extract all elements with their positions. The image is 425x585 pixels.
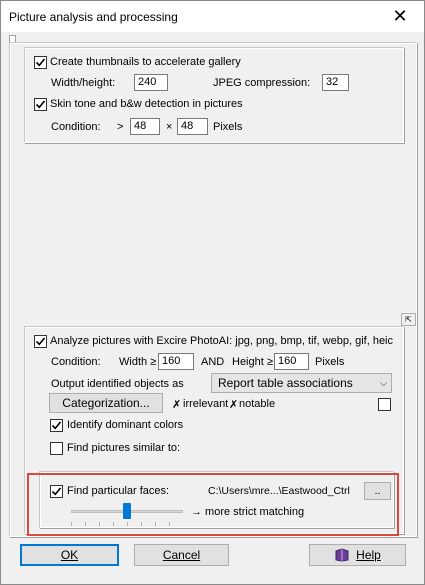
skin-tone-checkbox[interactable] <box>34 98 47 111</box>
output-format-select[interactable]: Report table associations ⌵ <box>211 373 392 393</box>
photoai-condition-label: Condition: <box>51 356 101 368</box>
thumbnails-label: Create thumbnails to accelerate gallery <box>50 56 241 68</box>
checkmark-icon <box>51 421 62 430</box>
irrelevant-x-icon: ✗ <box>172 398 182 411</box>
skin-condition-label: Condition: <box>51 121 101 133</box>
output-format-value: Report table associations <box>218 376 353 390</box>
picture-analysis-dialog: Picture analysis and processing ✕ Create… <box>0 0 425 585</box>
ok-button[interactable]: OK <box>20 544 119 566</box>
similar-pictures-checkbox[interactable] <box>50 442 63 455</box>
highlight-annotation <box>27 473 399 536</box>
skin-pixels-label: Pixels <box>213 121 243 133</box>
photoai-width-field[interactable]: 160 <box>158 353 194 370</box>
checkmark-icon <box>35 58 46 67</box>
similar-pictures-label: Find pictures similar to: <box>67 442 181 454</box>
output-objects-label: Output identified objects as <box>51 378 184 390</box>
photoai-height-label: Height ≥ <box>232 356 273 368</box>
times-sign: × <box>166 121 173 133</box>
width-height-field[interactable]: 240 <box>134 74 168 91</box>
and-label: AND <box>201 356 225 368</box>
close-icon: ✕ <box>392 5 408 27</box>
window-title: Picture analysis and processing <box>9 10 178 24</box>
chevron-down-icon: ⌵ <box>380 378 387 388</box>
photoai-height-field[interactable]: 160 <box>274 353 309 370</box>
greater-than-sign: > <box>117 121 124 133</box>
photoai-checkbox[interactable] <box>34 335 47 348</box>
notable-x-icon: ✗ <box>229 398 239 411</box>
help-button[interactable]: Help <box>309 544 406 566</box>
jpeg-compression-field[interactable]: 32 <box>322 74 349 91</box>
skin-min-height-field[interactable]: 48 <box>177 118 208 135</box>
jpeg-compression-label: JPEG compression: <box>213 77 311 89</box>
categorization-button[interactable]: Categorization... <box>49 393 163 413</box>
notable-label: notable <box>239 398 276 410</box>
skin-min-width-field[interactable]: 48 <box>130 118 160 135</box>
photoai-pixels-label: Pixels <box>315 356 345 368</box>
photoai-width-label: Width ≥ <box>119 356 157 368</box>
cancel-button[interactable]: Cancel <box>134 544 229 566</box>
skin-tone-label: Skin tone and b&w detection in pictures <box>50 98 243 110</box>
extra-option-checkbox[interactable] <box>378 398 391 411</box>
thumbnails-checkbox[interactable] <box>34 56 47 69</box>
dominant-colors-checkbox[interactable] <box>50 419 63 432</box>
width-height-label: Width/height: <box>51 77 116 89</box>
checkmark-icon <box>35 337 46 346</box>
help-book-icon <box>335 548 349 562</box>
photoai-label: Analyze pictures with Excire PhotoAI: jp… <box>50 335 394 347</box>
title-bar: Picture analysis and processing ✕ <box>1 1 424 32</box>
irrelevant-label: irrelevant <box>183 398 229 410</box>
dominant-colors-label: Identify dominant colors <box>67 419 184 431</box>
expand-icon[interactable]: ⇱ <box>401 313 416 326</box>
checkmark-icon <box>35 100 46 109</box>
close-button[interactable]: ✕ <box>380 3 420 29</box>
